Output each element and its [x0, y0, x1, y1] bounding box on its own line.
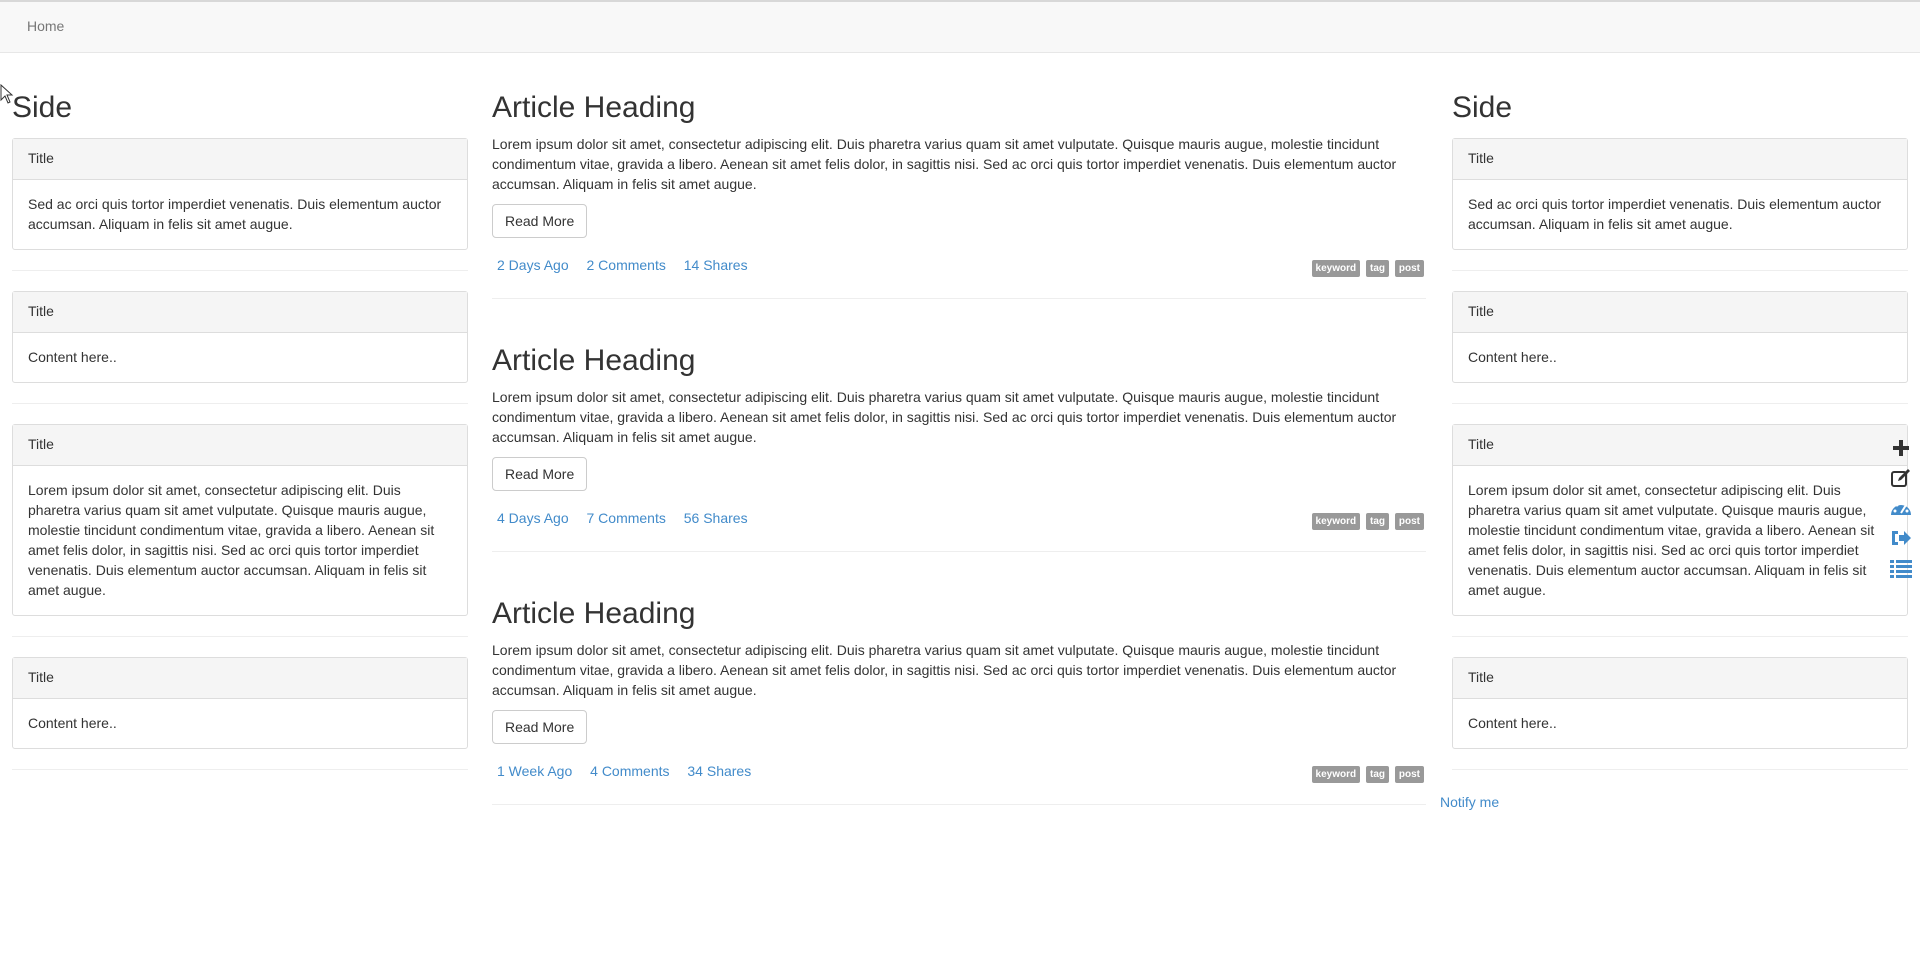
right-panel-4: Title Content here..: [1452, 657, 1908, 749]
right-panel-2: Title Content here..: [1452, 291, 1908, 383]
article-date-link[interactable]: 4 Days Ago: [497, 510, 569, 526]
article-date-link[interactable]: 1 Week Ago: [497, 763, 572, 779]
read-more-button[interactable]: Read More: [492, 204, 588, 238]
panel-body: Sed ac orci quis tortor imperdiet venena…: [1468, 196, 1882, 232]
article-3: Article Heading Lorem ipsum dolor sit am…: [492, 592, 1426, 805]
article-shares-link[interactable]: 14 Shares: [684, 257, 748, 273]
panel-title: Title: [1453, 658, 1907, 699]
divider: [12, 270, 468, 271]
panel-body: Lorem ipsum dolor sit amet, consectetur …: [1468, 482, 1875, 598]
panel-body: Content here..: [28, 715, 117, 731]
panel-title: Title: [13, 425, 467, 466]
panel-title: Title: [13, 292, 467, 333]
article-list: Article Heading Lorem ipsum dolor sit am…: [492, 86, 1426, 845]
divider: [492, 551, 1426, 552]
article-body: Lorem ipsum dolor sit amet, consectetur …: [492, 642, 1397, 698]
right-panel-3: Title Lorem ipsum dolor sit amet, consec…: [1452, 424, 1908, 616]
article-comments-link[interactable]: 2 Comments: [587, 257, 666, 273]
divider: [492, 804, 1426, 805]
logout-icon[interactable]: [1886, 523, 1916, 553]
article-1: Article Heading Lorem ipsum dolor sit am…: [492, 86, 1426, 299]
right-sidebar: Side Title Sed ac orci quis tortor imper…: [1452, 86, 1908, 790]
panel-title: Title: [13, 139, 467, 180]
article-body: Lorem ipsum dolor sit amet, consectetur …: [492, 136, 1397, 192]
tag-badge[interactable]: post: [1394, 766, 1424, 783]
article-shares-link[interactable]: 56 Shares: [684, 510, 748, 526]
article-tags: keyword tag post: [1310, 257, 1424, 277]
left-panel-1: Title Sed ac orci quis tortor imperdiet …: [12, 138, 468, 250]
article-tags: keyword tag post: [1310, 763, 1424, 783]
left-sidebar-heading: Side: [12, 91, 73, 124]
plus-icon[interactable]: [1886, 433, 1916, 463]
tag-badge[interactable]: tag: [1366, 260, 1389, 277]
article-meta: 2 Days Ago 2 Comments 14 Shares keyword …: [492, 256, 1426, 278]
panel-body: Content here..: [1468, 349, 1557, 365]
divider: [12, 769, 468, 770]
article-comments-link[interactable]: 7 Comments: [587, 510, 666, 526]
tag-badge[interactable]: post: [1394, 513, 1424, 530]
article-comments-link[interactable]: 4 Comments: [590, 763, 669, 779]
divider: [12, 636, 468, 637]
tag-badge[interactable]: keyword: [1311, 513, 1361, 530]
article-meta: 4 Days Ago 7 Comments 56 Shares keyword …: [492, 509, 1426, 531]
left-panel-4: Title Content here..: [12, 657, 468, 749]
article-heading: Article Heading: [492, 91, 696, 124]
article-meta: 1 Week Ago 4 Comments 34 Shares keyword …: [492, 762, 1426, 784]
right-panel-1: Title Sed ac orci quis tortor imperdiet …: [1452, 138, 1908, 250]
article-shares-link[interactable]: 34 Shares: [687, 763, 751, 779]
left-sidebar: Side Title Sed ac orci quis tortor imper…: [12, 86, 468, 790]
tag-badge[interactable]: post: [1394, 260, 1424, 277]
article-heading: Article Heading: [492, 597, 696, 630]
divider: [1452, 769, 1908, 770]
article-date-link[interactable]: 2 Days Ago: [497, 257, 569, 273]
divider: [12, 403, 468, 404]
divider: [1452, 636, 1908, 637]
divider: [492, 298, 1426, 299]
read-more-button[interactable]: Read More: [492, 457, 588, 491]
home-link[interactable]: Home: [27, 17, 64, 37]
panel-body: Sed ac orci quis tortor imperdiet venena…: [28, 196, 442, 232]
panel-title: Title: [13, 658, 467, 699]
tag-badge[interactable]: keyword: [1311, 260, 1361, 277]
tag-badge[interactable]: tag: [1366, 513, 1389, 530]
divider: [1452, 403, 1908, 404]
read-more-button[interactable]: Read More: [492, 710, 588, 744]
dashboard-icon[interactable]: [1886, 493, 1916, 523]
tag-badge[interactable]: tag: [1366, 766, 1389, 783]
article-2: Article Heading Lorem ipsum dolor sit am…: [492, 339, 1426, 552]
list-icon[interactable]: [1886, 553, 1916, 583]
article-body: Lorem ipsum dolor sit amet, consectetur …: [492, 389, 1397, 445]
panel-body: Content here..: [28, 349, 117, 365]
notify-me-link[interactable]: Notify me: [1440, 793, 1499, 813]
edit-icon[interactable]: [1886, 463, 1916, 493]
panel-body: Content here..: [1468, 715, 1557, 731]
divider: [1452, 270, 1908, 271]
panel-title: Title: [1453, 425, 1907, 466]
right-sidebar-heading: Side: [1452, 91, 1513, 124]
panel-body: Lorem ipsum dolor sit amet, consectetur …: [28, 482, 435, 598]
panel-title: Title: [1453, 292, 1907, 333]
panel-title: Title: [1453, 139, 1907, 180]
left-panel-2: Title Content here..: [12, 291, 468, 383]
tag-badge[interactable]: keyword: [1311, 766, 1361, 783]
floating-toolbar: [1886, 433, 1916, 583]
top-navbar: Home: [0, 0, 1920, 53]
article-tags: keyword tag post: [1310, 510, 1424, 530]
article-heading: Article Heading: [492, 344, 696, 377]
left-panel-3: Title Lorem ipsum dolor sit amet, consec…: [12, 424, 468, 616]
